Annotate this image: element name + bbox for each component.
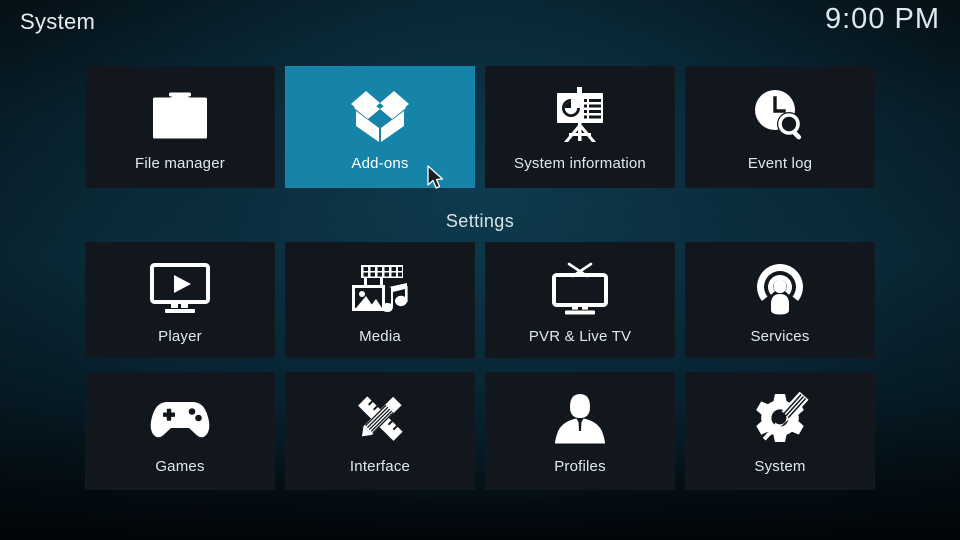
clock-search-icon — [747, 85, 813, 147]
settings-section-caption: Settings — [445, 211, 515, 231]
tile-pvr-live-tv[interactable]: PVR & Live TV — [485, 242, 675, 358]
tile-label: Profiles — [554, 458, 606, 475]
tile-label: File manager — [135, 155, 225, 172]
tile-interface[interactable]: Interface — [285, 372, 475, 490]
tile-media[interactable]: Media — [285, 242, 475, 358]
broadcast-person-icon — [747, 260, 813, 318]
top-row: File manager Add-ons System information … — [85, 66, 875, 188]
person-icon — [547, 390, 613, 448]
tile-label: Interface — [349, 458, 411, 475]
tile-system-information[interactable]: System information — [485, 66, 675, 188]
presentation-board-icon — [547, 85, 613, 147]
kodi-system-screen: System 9:00 PM File manager Add-ons Syst… — [0, 0, 960, 540]
open-box-icon — [347, 85, 413, 147]
folder-icon — [147, 85, 213, 147]
monitor-play-icon — [147, 260, 213, 318]
tile-label: Services — [750, 328, 810, 345]
tile-label: Player — [158, 328, 202, 345]
tile-system[interactable]: System — [685, 372, 875, 490]
tile-label: Media — [359, 328, 401, 345]
status-clock: 9:00 PM — [825, 3, 940, 35]
tile-file-manager[interactable]: File manager — [85, 66, 275, 188]
tile-services[interactable]: Services — [685, 242, 875, 358]
film-photo-music-icon — [347, 260, 413, 318]
tile-add-ons[interactable]: Add-ons — [285, 66, 475, 188]
settings-row-2: Games Interface Profiles System — [85, 372, 875, 490]
gear-screwdriver-icon — [747, 390, 813, 448]
tile-event-log[interactable]: Event log — [685, 66, 875, 188]
gamepad-icon — [147, 390, 213, 448]
top-bar: System 9:00 PM — [0, 0, 960, 52]
tile-label: PVR & Live TV — [528, 328, 632, 345]
tile-games[interactable]: Games — [85, 372, 275, 490]
pencil-ruler-icon — [347, 390, 413, 448]
tile-player[interactable]: Player — [85, 242, 275, 358]
tile-profiles[interactable]: Profiles — [485, 372, 675, 490]
tile-label: Event log — [747, 155, 813, 172]
settings-row-1: Player Media PVR & Live TV Services — [85, 242, 875, 358]
tile-label: System information — [514, 155, 646, 172]
tile-label: System — [754, 458, 806, 475]
tile-label: Games — [155, 458, 205, 475]
tv-antenna-icon — [547, 260, 613, 318]
tile-label: Add-ons — [351, 155, 409, 172]
page-title: System — [20, 9, 96, 34]
